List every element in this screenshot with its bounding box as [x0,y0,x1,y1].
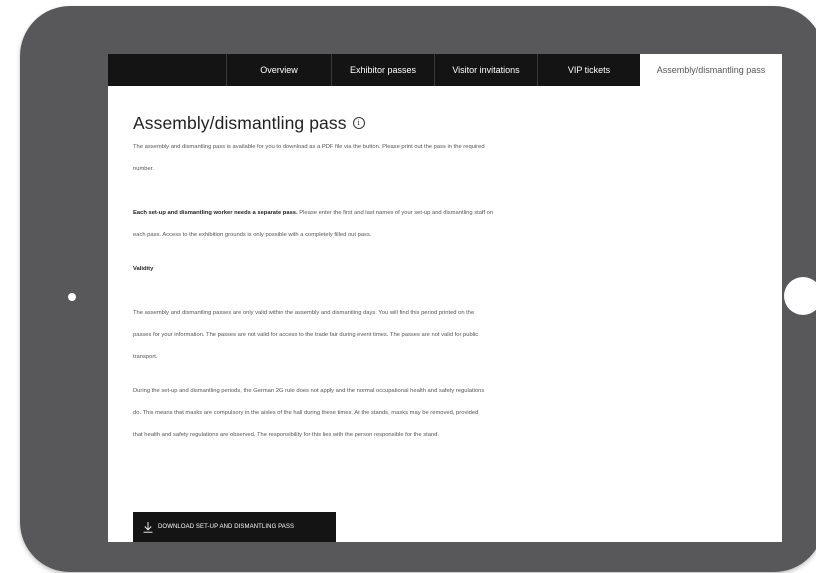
camera-dot [68,293,76,301]
download-button-label: DOWNLOAD SET-UP AND DISMANTLING PASS [158,524,295,530]
rules-line-1: During the set-up and dismantling period… [133,388,485,394]
tab-bar: Overview Exhibitor passes Visitor invita… [108,54,782,86]
download-pass-button[interactable]: DOWNLOAD SET-UP AND DISMANTLING PASS [133,512,336,542]
worker-paragraph: Each set-up and dismantling worker needs… [133,202,633,246]
rules-paragraph: During the set-up and dismantling period… [133,380,633,446]
download-icon [143,521,153,533]
worker-bold-text: Each set-up and dismantling worker needs… [133,210,298,216]
screen: Overview Exhibitor passes Visitor invita… [108,54,782,542]
validity-heading: Validity [133,266,154,272]
page-title: Assembly/dismantling pass [133,112,347,133]
home-button[interactable] [784,277,816,315]
tab-overview[interactable]: Overview [226,54,331,86]
intro-line-1: The assembly and dismantling pass is ava… [133,144,485,150]
tab-vip-tickets[interactable]: VIP tickets [537,54,640,86]
rules-line-2: do. This means that masks are compulsory… [133,410,479,416]
info-icon[interactable]: i [352,117,365,129]
title-row: Assembly/dismantling pass i [133,112,633,134]
intro-line-2: number. [133,166,154,172]
tab-exhibitor-passes[interactable]: Exhibitor passes [331,54,434,86]
main-content: Assembly/dismantling pass i The assembly… [133,112,633,446]
validity-line-3: transport. [133,354,158,360]
intro-paragraph: The assembly and dismantling pass is ava… [133,136,633,180]
worker-text-2: each pass. Access to the exhibition grou… [133,232,372,238]
worker-text-1: Please enter the first and last names of… [297,210,494,216]
validity-paragraph: The assembly and dismantling passes are … [133,302,633,368]
rules-line-3: that health and safety regulations are o… [133,432,440,438]
validity-line-1: The assembly and dismantling passes are … [133,310,475,316]
tab-visitor-invitations[interactable]: Visitor invitations [434,54,537,86]
validity-line-2: passes for your information. The passes … [133,332,479,338]
tablet-frame: Overview Exhibitor passes Visitor invita… [20,6,816,572]
tab-assembly-dismantling-pass[interactable]: Assembly/dismantling pass [640,54,782,86]
